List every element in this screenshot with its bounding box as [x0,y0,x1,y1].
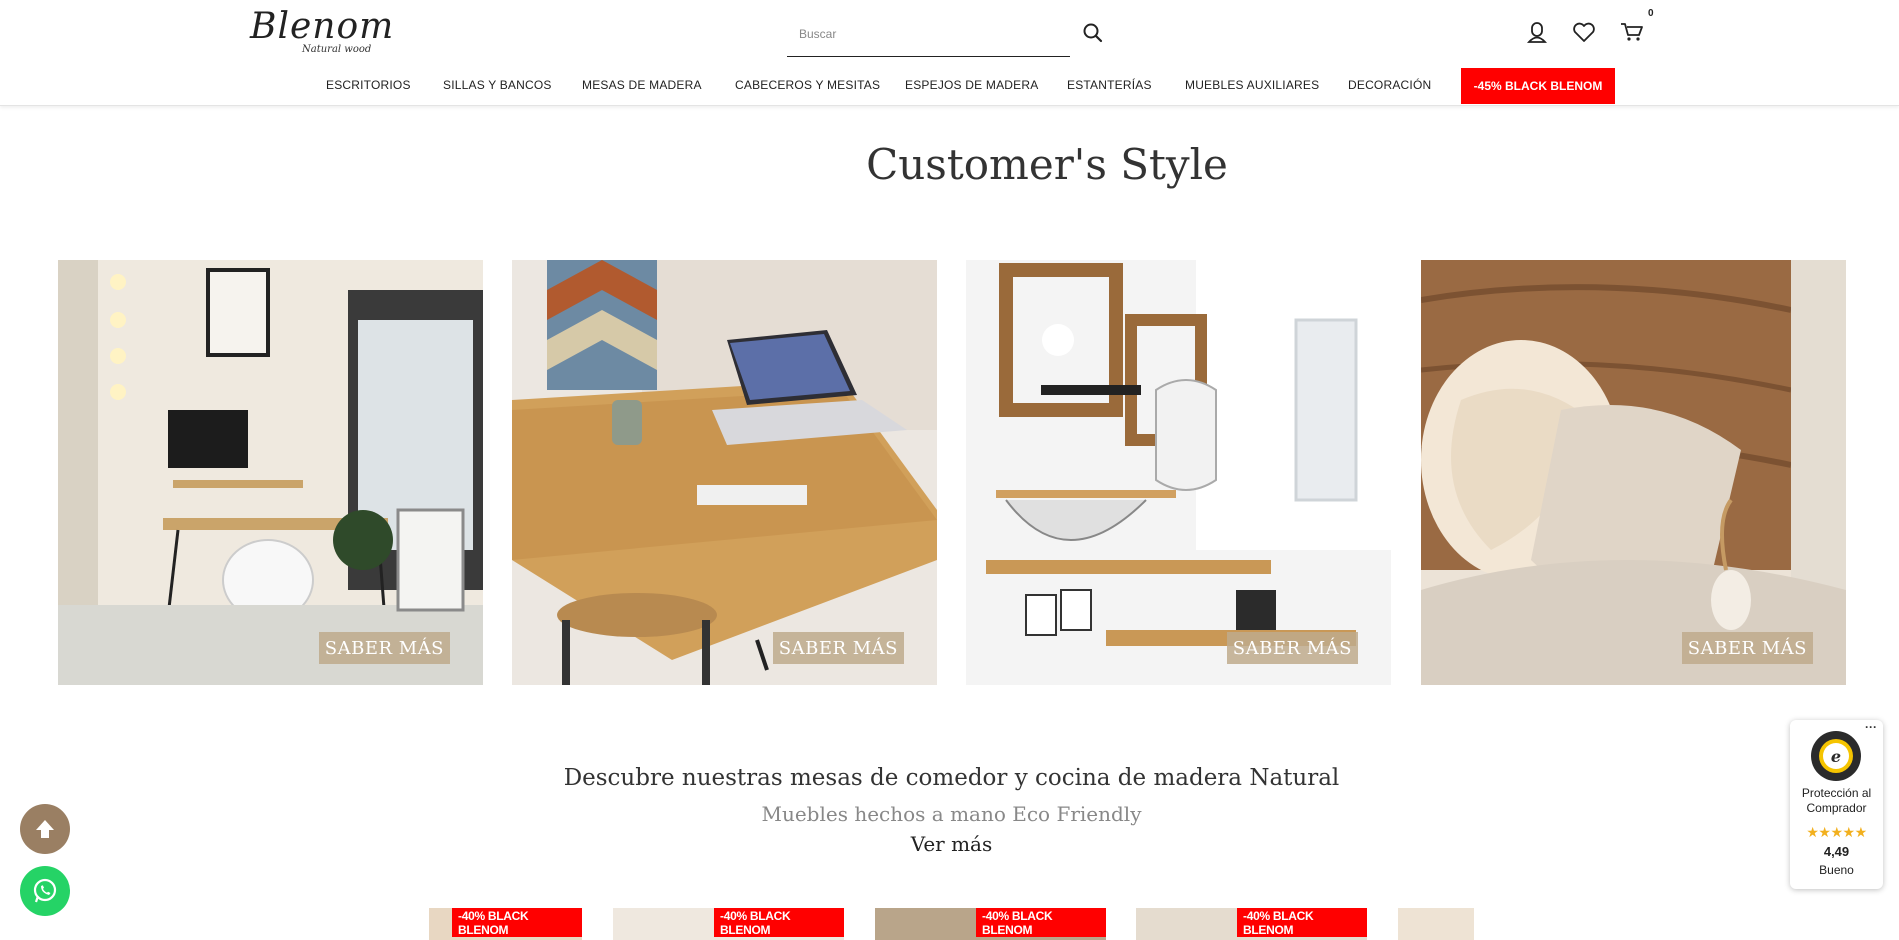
product-card[interactable]: -40% BLACK BLENOM [613,908,844,940]
user-icon[interactable] [1523,18,1551,46]
section-title: Customer's Style [866,140,1228,189]
nav-promo-button[interactable]: -45% BLACK BLENOM [1461,68,1615,104]
whatsapp-button[interactable] [20,866,70,916]
discount-badge: -40% BLACK BLENOM [452,908,582,937]
trust-menu-icon[interactable]: ··· [1865,720,1877,734]
discover-title: Descubre nuestras mesas de comedor y coc… [563,765,1340,791]
trust-seal-icon: e [1811,731,1861,781]
desk-photo-image [58,260,483,685]
nav-item-sillas-y-bancos[interactable]: SILLAS Y BANCOS [443,78,552,92]
table-photo-image [512,260,937,685]
scroll-to-top-button[interactable] [20,804,70,854]
product-card[interactable]: -40% BLACK BLENOM [429,908,582,940]
gallery-card-desk[interactable]: SABER MÁS [58,260,483,685]
search-input[interactable] [787,22,1027,46]
card-saber-mas-button[interactable]: SABER MÁS [772,632,904,664]
nav-item-estanterias[interactable]: ESTANTERÍAS [1067,78,1152,92]
discount-badge: -40% BLACK BLENOM [1237,908,1367,937]
nav-item-mesas-de-madera[interactable]: MESAS DE MADERA [582,78,702,92]
logo-script: Blenom [250,6,395,47]
card-saber-mas-button[interactable]: SABER MÁS [1681,632,1813,664]
main-nav: ESCRITORIOS SILLAS Y BANCOS MESAS DE MAD… [0,68,1899,104]
card-saber-mas-button[interactable]: SABER MÁS [1226,632,1358,664]
cart-icon[interactable] [1618,18,1646,46]
nav-item-escritorios[interactable]: ESCRITORIOS [326,78,411,92]
discover-subtitle: Muebles hechos a mano Eco Friendly [761,802,1142,826]
rating-score: 4,49 [1823,844,1850,859]
whatsapp-icon [33,878,57,903]
brand-logo[interactable]: Blenom Natural wood [250,6,393,58]
rating-label: Bueno [1819,863,1854,877]
product-card[interactable]: -40% BLACK BLENOM [1136,908,1367,940]
trust-badge-widget[interactable]: ··· e Protección al Comprador ★★★★★ 4,49… [1790,720,1883,889]
wishlist-heart-icon[interactable] [1570,18,1598,46]
trust-text: Protección al Comprador [1801,786,1872,815]
ver-mas-link[interactable]: Ver más [0,832,1899,856]
card-saber-mas-button[interactable]: SABER MÁS [318,632,450,664]
nav-item-decoracion[interactable]: DECORACIÓN [1348,78,1431,92]
arrow-up-icon [36,820,54,838]
discount-badge: -40% BLACK BLENOM [714,908,844,937]
nav-item-espejos-de-madera[interactable]: ESPEJOS DE MADERA [905,78,1038,92]
cart-count-badge: 0 [1648,8,1654,19]
rating-stars-icon: ★★★★★ [1806,824,1867,840]
nav-item-cabeceros-y-mesitas[interactable]: CABECEROS Y MESITAS [735,78,880,92]
gallery-card-headboard[interactable]: SABER MÁS [1421,260,1846,685]
product-card[interactable] [1398,908,1474,940]
product-card[interactable]: -40% BLACK BLENOM [875,908,1106,940]
nav-item-muebles-auxiliares[interactable]: MUEBLES AUXILIARES [1185,78,1319,92]
search-bar [787,14,1070,57]
gallery-card-shelves[interactable]: SABER MÁS [966,260,1391,685]
logo-subtitle: Natural wood [302,44,372,55]
site-header: Blenom Natural wood 0 ESCRITORIOS SILLAS… [0,0,1899,106]
headboard-photo-image [1421,260,1846,685]
search-icon[interactable] [1080,20,1106,46]
svg-text:e: e [1831,747,1841,766]
discount-badge: -40% BLACK BLENOM [976,908,1106,937]
shelves-photo-image [966,260,1391,685]
gallery-card-table[interactable]: SABER MÁS [512,260,937,685]
